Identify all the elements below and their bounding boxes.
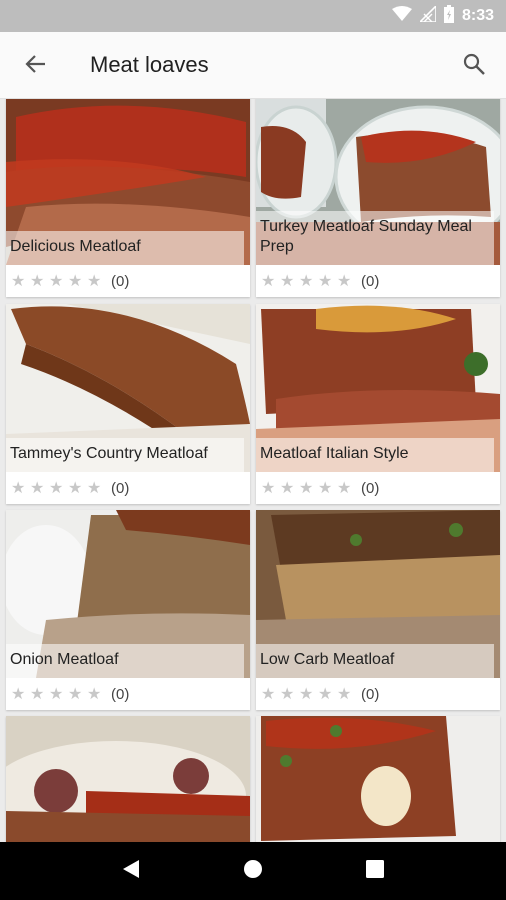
star-icon: ★	[30, 686, 45, 703]
nav-back-button[interactable]	[111, 851, 151, 891]
rating-row: ★ ★ ★ ★ ★ (0)	[256, 678, 500, 710]
rating-row: ★ ★ ★ ★ ★ (0)	[256, 265, 500, 297]
rating-count: (0)	[111, 685, 130, 703]
rating-row: ★ ★ ★ ★ ★ (0)	[6, 678, 250, 710]
status-time: 8:33	[461, 7, 494, 24]
star-icon: ★	[68, 480, 83, 497]
rating-row: ★ ★ ★ ★ ★ (0)	[6, 265, 250, 297]
star-icon: ★	[318, 273, 333, 290]
rating-row: ★ ★ ★ ★ ★ (0)	[256, 472, 500, 504]
nav-recents-button[interactable]	[355, 851, 395, 891]
star-icon: ★	[68, 686, 83, 703]
recipe-title: Turkey Meatloaf Sunday Meal Prep	[256, 211, 494, 265]
rating-row: ★ ★ ★ ★ ★ (0)	[6, 472, 250, 504]
star-icon: ★	[318, 686, 333, 703]
star-icon: ★	[337, 273, 352, 290]
rating-count: (0)	[361, 685, 380, 703]
star-icon: ★	[337, 686, 352, 703]
star-icon: ★	[280, 273, 295, 290]
star-icon: ★	[87, 273, 102, 290]
rating-count: (0)	[361, 272, 380, 290]
star-icon: ★	[30, 480, 45, 497]
star-icon: ★	[49, 686, 64, 703]
rating-count: (0)	[361, 479, 380, 497]
star-icon: ★	[87, 686, 102, 703]
recipe-title: Delicious Meatloaf	[6, 231, 244, 265]
app-bar: Meat loaves	[0, 32, 506, 99]
recents-square-icon	[365, 859, 385, 884]
star-icon: ★	[261, 686, 276, 703]
star-icon: ★	[68, 273, 83, 290]
star-icon: ★	[11, 480, 26, 497]
star-icon: ★	[261, 480, 276, 497]
star-icon: ★	[318, 480, 333, 497]
star-icon: ★	[49, 480, 64, 497]
search-icon	[462, 52, 486, 81]
recipe-title: Meatloaf Italian Style	[256, 438, 494, 472]
recipe-title: Low Carb Meatloaf	[256, 644, 494, 678]
recipe-card[interactable]: Onion Meatloaf ★ ★ ★ ★ ★ (0)	[6, 510, 250, 710]
recipe-card[interactable]: Turkey Meatloaf Sunday Meal Prep ★ ★ ★ ★ ★ (…	[256, 99, 500, 297]
star-icon: ★	[299, 686, 314, 703]
star-icon: ★	[11, 273, 26, 290]
rating-count: (0)	[111, 479, 130, 497]
recipe-card[interactable]	[256, 716, 500, 842]
recipe-image	[256, 716, 500, 842]
recipe-title: Onion Meatloaf	[6, 644, 244, 678]
star-icon: ★	[49, 273, 64, 290]
star-icon: ★	[261, 273, 276, 290]
star-icon: ★	[337, 480, 352, 497]
recipe-grid[interactable]: Delicious Meatloaf ★ ★ ★ ★ ★ (0) Turkey Meat…	[0, 99, 506, 842]
recipe-card[interactable]: Low Carb Meatloaf ★ ★ ★ ★ ★ (0)	[256, 510, 500, 710]
recipe-card[interactable]: Meatloaf Italian Style ★ ★ ★ ★ ★ (0)	[256, 304, 500, 504]
rating-count: (0)	[111, 272, 130, 290]
recipe-title: Tammey's Country Meatloaf	[6, 438, 244, 472]
search-button[interactable]	[454, 46, 494, 86]
back-button[interactable]	[16, 46, 56, 86]
star-icon: ★	[280, 480, 295, 497]
battery-icon	[443, 4, 454, 28]
star-icon: ★	[11, 686, 26, 703]
star-icon: ★	[299, 273, 314, 290]
wifi-icon	[391, 5, 412, 27]
arrow-back-icon	[25, 53, 47, 80]
status-bar: 8:33	[0, 0, 506, 32]
system-nav-bar	[0, 842, 506, 900]
status-icons: 8:33	[391, 3, 494, 28]
home-circle-icon	[242, 858, 264, 885]
star-icon: ★	[30, 273, 45, 290]
recipe-card[interactable]: Tammey's Country Meatloaf ★ ★ ★ ★ ★ (0)	[6, 304, 250, 504]
star-icon: ★	[299, 480, 314, 497]
star-icon: ★	[87, 480, 102, 497]
nav-home-button[interactable]	[233, 851, 273, 891]
star-icon: ★	[280, 686, 295, 703]
recipe-card[interactable]	[6, 716, 250, 842]
page-title: Meat loaves	[90, 52, 209, 77]
recipe-card[interactable]: Delicious Meatloaf ★ ★ ★ ★ ★ (0)	[6, 99, 250, 297]
back-triangle-icon	[121, 858, 141, 885]
recipe-image	[6, 716, 250, 842]
signal-icon	[418, 3, 437, 27]
